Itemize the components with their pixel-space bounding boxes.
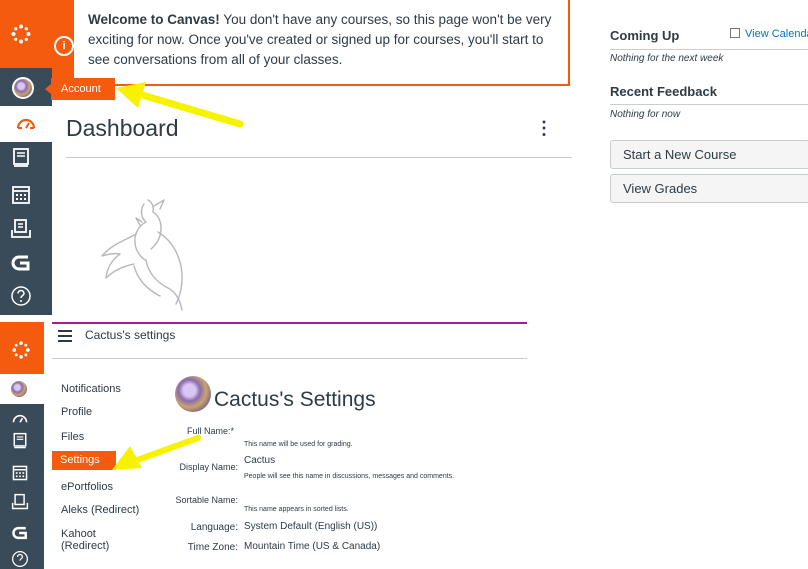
view-grades-button[interactable]: View Grades — [610, 174, 808, 203]
settings-title: Cactus's Settings — [214, 388, 376, 411]
breadcrumb[interactable]: Cactus's settings — [85, 328, 175, 342]
subnav-aleks[interactable]: Aleks (Redirect) — [61, 504, 139, 516]
annotation-arrow-account — [116, 82, 244, 128]
calendar-small-icon — [730, 28, 740, 38]
calendar-icon[interactable] — [10, 184, 32, 206]
inbox-icon[interactable] — [10, 218, 32, 240]
hamburger-menu-icon[interactable] — [58, 330, 72, 342]
divider — [52, 358, 527, 359]
info-icon: i — [54, 36, 74, 56]
subnav-eportfolios[interactable]: ePortfolios — [61, 481, 113, 493]
calendar-icon[interactable] — [11, 464, 29, 482]
canvas-bird-illustration — [101, 199, 183, 311]
canvas-logo-icon — [10, 23, 32, 45]
dashboard-icon[interactable] — [11, 410, 29, 428]
dashboard-options-button[interactable]: ⋮ — [535, 118, 553, 139]
divider — [610, 49, 808, 50]
subnav-files[interactable]: Files — [61, 431, 84, 443]
courses-icon[interactable] — [10, 147, 32, 169]
coming-up-empty: Nothing for the next week — [610, 53, 724, 64]
nav-dashboard[interactable] — [0, 106, 52, 142]
canvas-logo[interactable] — [0, 0, 52, 68]
courses-icon[interactable] — [11, 432, 29, 450]
welcome-notice: i Welcome to Canvas! You don't have any … — [52, 0, 570, 86]
sortable-name-hint: This name appears in sorted lists. — [244, 506, 349, 513]
view-calendar-label: View Calenda — [745, 28, 808, 40]
recent-feedback-heading: Recent Feedback — [610, 84, 717, 99]
g-app-icon[interactable] — [11, 524, 29, 542]
divider — [52, 322, 527, 324]
subnav-settings[interactable]: Settings — [52, 451, 116, 470]
language-label: Language: — [190, 522, 238, 533]
subnav-kahoot[interactable]: Kahoot (Redirect) — [61, 528, 131, 552]
sortable-name-label: Sortable Name: — [175, 495, 238, 505]
g-app-icon[interactable] — [10, 252, 32, 274]
inbox-icon[interactable] — [11, 493, 29, 511]
coming-up-heading: Coming Up — [610, 28, 680, 43]
account-tooltip: Account — [45, 78, 115, 100]
display-name-value[interactable]: Cactus — [244, 455, 275, 466]
recent-feedback-empty: Nothing for now — [610, 109, 681, 120]
divider — [610, 104, 808, 105]
dashboard-icon — [15, 113, 37, 135]
timezone-label: Time Zone: — [187, 542, 238, 553]
notice-heading: Welcome to Canvas! — [88, 12, 220, 27]
full-name-hint: This name will be used for grading. — [244, 441, 353, 448]
subnav-profile[interactable]: Profile — [61, 406, 92, 418]
canvas-logo-bottom[interactable] — [0, 322, 44, 374]
canvas-logo-icon — [12, 341, 30, 359]
nav-account-bottom[interactable] — [0, 374, 44, 404]
help-icon[interactable] — [10, 285, 32, 307]
language-value[interactable]: System Default (English (US)) — [244, 521, 377, 532]
account-avatar-icon — [12, 77, 34, 99]
account-avatar-icon — [10, 380, 28, 398]
help-icon[interactable] — [11, 550, 29, 568]
annotation-arrow-settings — [112, 435, 201, 470]
divider — [66, 157, 572, 158]
view-calendar-link[interactable]: View Calenda — [730, 28, 808, 40]
timezone-value[interactable]: Mountain Time (US & Canada) — [244, 541, 380, 552]
start-new-course-button[interactable]: Start a New Course — [610, 140, 808, 169]
profile-avatar[interactable] — [175, 376, 211, 412]
display-name-hint: People will see this name in discussions… — [244, 473, 455, 480]
subnav-notifications[interactable]: Notifications — [61, 383, 121, 395]
